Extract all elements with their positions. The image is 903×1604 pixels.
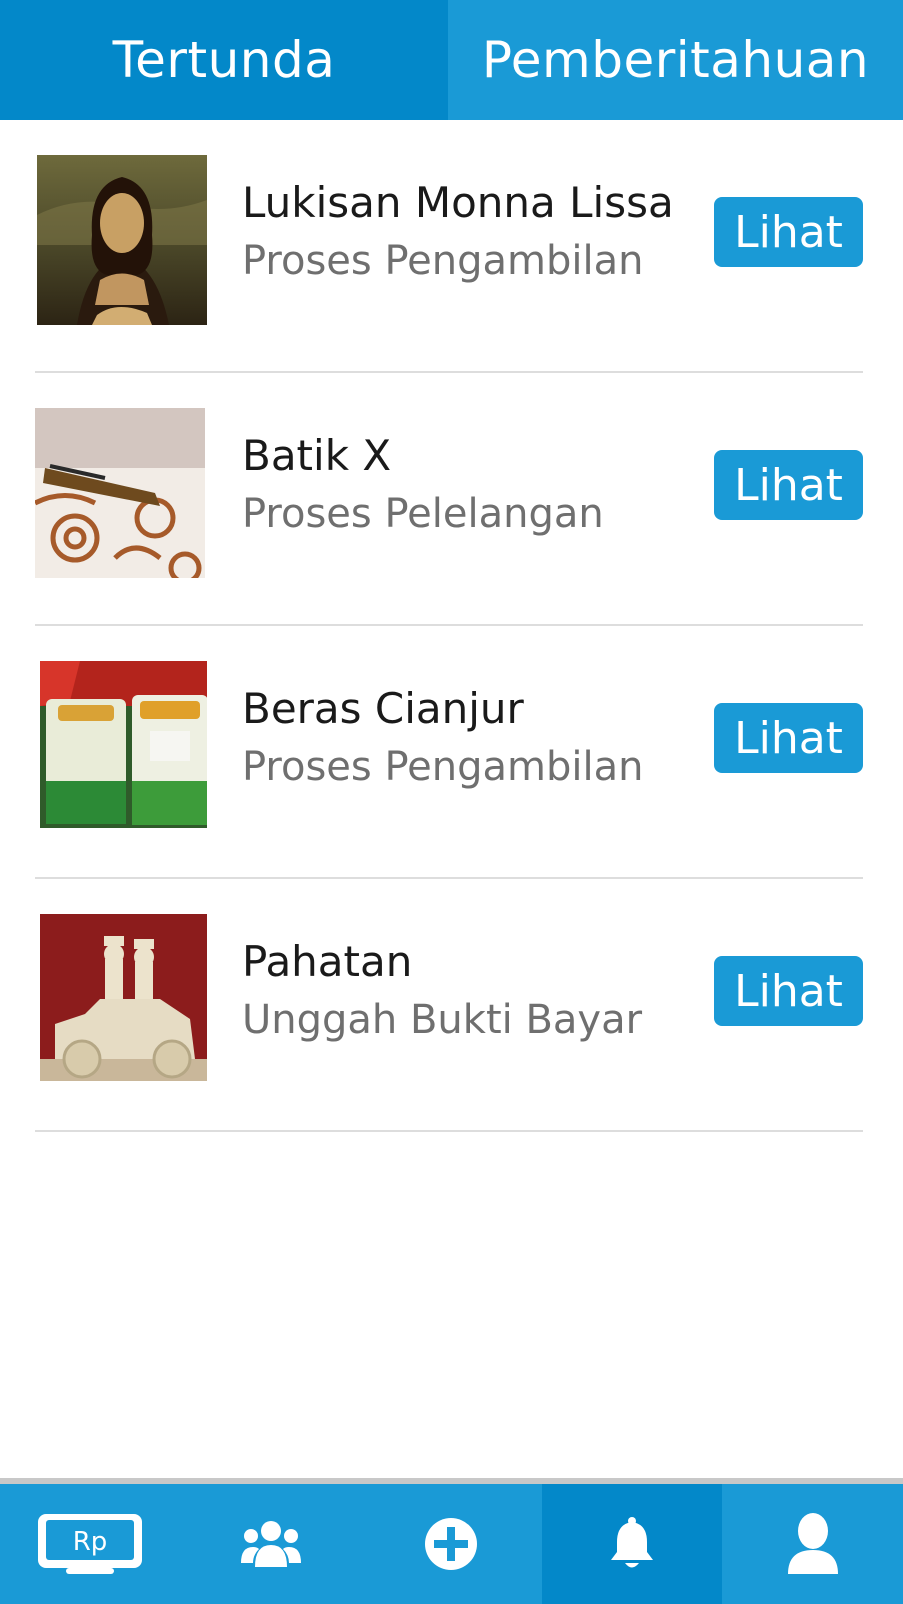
- bottom-nav: Rp: [0, 1484, 903, 1604]
- row-divider: [35, 1130, 863, 1132]
- item-thumbnail: [37, 155, 207, 325]
- nav-group[interactable]: [181, 1484, 362, 1604]
- nav-add[interactable]: [361, 1484, 542, 1604]
- item-title: Lukisan Monna Lissa: [242, 178, 674, 227]
- nav-wallet[interactable]: Rp: [0, 1484, 181, 1604]
- item-status: Proses Pengambilan: [242, 744, 644, 790]
- view-button[interactable]: Lihat: [714, 956, 863, 1026]
- user-icon: [787, 1513, 838, 1574]
- view-button[interactable]: Lihat: [714, 197, 863, 267]
- top-tab-bar: Tertunda Pemberitahuan: [0, 0, 903, 120]
- pending-list: Lukisan Monna Lissa Proses Pengambilan L…: [0, 120, 903, 1132]
- item-thumbnail: [40, 914, 207, 1081]
- list-item: Batik X Proses Pelelangan Lihat: [0, 373, 903, 626]
- item-status: Proses Pelelangan: [242, 491, 604, 537]
- rice-sack-image: [40, 661, 207, 828]
- sculpture-image: [40, 914, 207, 1081]
- item-thumbnail: [40, 661, 207, 828]
- item-title: Batik X: [242, 431, 392, 480]
- bell-icon: [611, 1517, 654, 1568]
- tab-pemberitahuan[interactable]: Pemberitahuan: [448, 0, 903, 120]
- nav-profile[interactable]: [722, 1484, 903, 1604]
- item-title: Beras Cianjur: [242, 684, 524, 733]
- item-status: Unggah Bukti Bayar: [242, 997, 643, 1043]
- list-item: Lukisan Monna Lissa Proses Pengambilan L…: [0, 120, 903, 373]
- group-icon: [240, 1521, 301, 1567]
- nav-notifications[interactable]: [541, 1484, 723, 1604]
- view-button[interactable]: Lihat: [714, 450, 863, 520]
- item-status: Proses Pengambilan: [242, 238, 644, 284]
- wallet-screen-icon: Rp: [38, 1514, 143, 1574]
- item-title: Pahatan: [242, 937, 413, 986]
- list-item: Beras Cianjur Proses Pengambilan Lihat: [0, 626, 903, 879]
- wallet-label: Rp: [73, 1527, 108, 1557]
- add-circle-icon: [425, 1518, 478, 1570]
- batik-image: [35, 408, 205, 578]
- item-thumbnail: [35, 408, 205, 578]
- list-item: Pahatan Unggah Bukti Bayar Lihat: [0, 879, 903, 1132]
- mona-lisa-image: [37, 155, 207, 325]
- tab-tertunda[interactable]: Tertunda: [0, 0, 448, 120]
- view-button[interactable]: Lihat: [714, 703, 863, 773]
